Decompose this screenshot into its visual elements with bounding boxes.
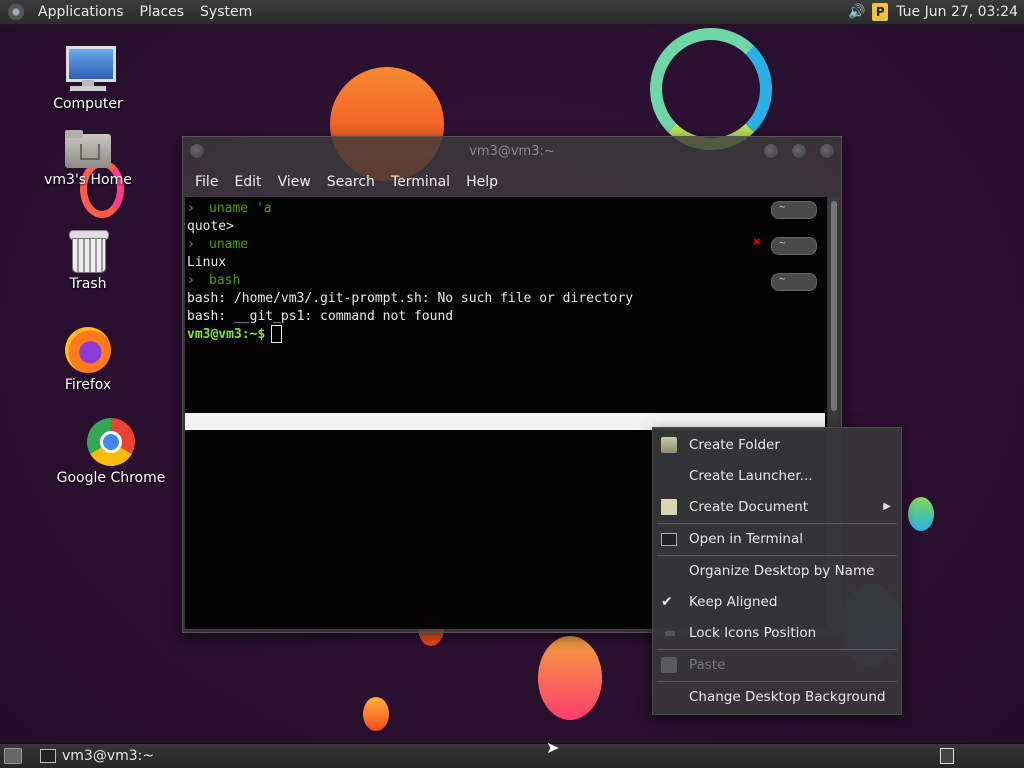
wallpaper-ring bbox=[650, 28, 772, 150]
menu-item-paste: Paste bbox=[653, 650, 901, 680]
terminal-line: bash: __git_ps1: command not found bbox=[187, 309, 454, 324]
terminal-line: Linux bbox=[187, 255, 227, 270]
menu-system[interactable]: System bbox=[192, 4, 260, 20]
prompt-chevron-icon: › bbox=[187, 273, 195, 288]
taskbar-button-label: vm3@vm3:~ bbox=[62, 748, 155, 764]
menu-applications[interactable]: Applications bbox=[30, 4, 132, 20]
firefox-icon bbox=[65, 327, 111, 373]
parking-indicator-icon[interactable]: P bbox=[872, 3, 889, 21]
prompt-pill-label: ~ bbox=[779, 236, 786, 249]
paste-icon bbox=[661, 657, 677, 673]
terminal-line: bash: /home/vm3/.git-prompt.sh: No such … bbox=[187, 291, 634, 306]
workspace-switcher[interactable] bbox=[940, 748, 954, 764]
desktop-icon-label: Google Chrome bbox=[56, 470, 166, 486]
desktop-icon-chrome[interactable]: Google Chrome bbox=[51, 418, 171, 486]
menu-item-keep-aligned[interactable]: ✔ Keep Aligned bbox=[653, 587, 901, 617]
close-icon[interactable] bbox=[819, 143, 835, 159]
terminal-title: vm3@vm3:~ bbox=[469, 144, 555, 159]
terminal-scrollbar-thumb[interactable] bbox=[831, 201, 837, 411]
minimize-icon[interactable] bbox=[763, 143, 779, 159]
terminal-menu-button-icon[interactable] bbox=[189, 143, 205, 159]
wallpaper-blob-green bbox=[908, 497, 934, 531]
prompt-pill bbox=[771, 273, 817, 291]
terminal-menu-help[interactable]: Help bbox=[458, 174, 506, 190]
terminal-menu-edit[interactable]: Edit bbox=[226, 174, 269, 190]
document-new-icon bbox=[661, 499, 677, 515]
desktop-context-menu: Create Folder Create Launcher... Create … bbox=[652, 427, 902, 715]
maximize-icon[interactable] bbox=[791, 143, 807, 159]
menu-item-lock-icons[interactable]: Lock Icons Position bbox=[653, 618, 901, 648]
menu-item-create-launcher[interactable]: Create Launcher... bbox=[653, 461, 901, 491]
error-mark-icon: ✖ bbox=[753, 235, 761, 250]
bottom-panel: vm3@vm3:~ ➤ bbox=[0, 738, 1024, 768]
computer-icon bbox=[64, 44, 116, 92]
desktop-icon-label: Computer bbox=[53, 96, 123, 112]
show-desktop-icon[interactable] bbox=[4, 748, 22, 764]
terminal-menu-terminal[interactable]: Terminal bbox=[383, 174, 458, 190]
prompt-pill-label: ~ bbox=[779, 272, 786, 285]
terminal-menubar: File Edit View Search Terminal Help bbox=[183, 167, 841, 197]
prompt-chevron-icon: › bbox=[187, 201, 195, 216]
top-panel: Applications Places System 🔊 P Tue Jun 2… bbox=[0, 0, 1024, 25]
prompt-chevron-icon: › bbox=[187, 237, 195, 252]
terminal-menu-file[interactable]: File bbox=[187, 174, 226, 190]
taskbar-button-terminal[interactable]: vm3@vm3:~ bbox=[34, 744, 284, 768]
desktop-icon-label: vm3's Home bbox=[44, 172, 132, 188]
lock-icon bbox=[665, 631, 675, 636]
terminal-cursor bbox=[271, 325, 282, 343]
desktop-icon-trash[interactable]: Trash bbox=[28, 230, 148, 292]
prompt-pill bbox=[771, 201, 817, 219]
wallpaper-blob-bottom bbox=[538, 636, 602, 720]
desktop-icon-label: Firefox bbox=[64, 377, 112, 393]
prompt-pill bbox=[771, 237, 817, 255]
desktop-icon-home[interactable]: vm3's Home bbox=[28, 130, 148, 188]
distro-logo-icon[interactable] bbox=[8, 4, 24, 20]
terminal-icon bbox=[661, 533, 677, 546]
menu-item-create-document[interactable]: Create Document ▶ bbox=[653, 492, 901, 522]
clock[interactable]: Tue Jun 27, 03:24 bbox=[896, 4, 1018, 20]
terminal-prompt: vm3@vm3:~$ bbox=[187, 327, 266, 342]
terminal-icon bbox=[40, 749, 56, 763]
mouse-pointer-icon: ➤ bbox=[546, 738, 560, 757]
desktop-icon-firefox[interactable]: Firefox bbox=[28, 327, 148, 393]
terminal-titlebar[interactable]: vm3@vm3:~ bbox=[183, 137, 841, 167]
volume-icon[interactable]: 🔊 bbox=[848, 4, 865, 20]
desktop-icon-computer[interactable]: Computer bbox=[28, 44, 148, 112]
checkmark-icon: ✔ bbox=[661, 594, 673, 610]
submenu-arrow-icon: ▶ bbox=[883, 501, 891, 512]
wallpaper-blob-small bbox=[363, 697, 389, 731]
trash-icon bbox=[69, 230, 109, 273]
terminal-menu-view[interactable]: View bbox=[270, 174, 319, 190]
terminal-line: uname 'a bbox=[209, 201, 272, 216]
prompt-pill-label: ~ bbox=[779, 200, 786, 213]
desktop-icon-label: Trash bbox=[69, 276, 107, 292]
menu-item-organize-desktop[interactable]: Organize Desktop by Name bbox=[653, 556, 901, 586]
folder-new-icon bbox=[661, 437, 677, 453]
terminal-line: bash bbox=[209, 273, 241, 288]
terminal-menu-search[interactable]: Search bbox=[319, 174, 383, 190]
menu-item-create-folder[interactable]: Create Folder bbox=[653, 430, 901, 460]
menu-item-change-background[interactable]: Change Desktop Background bbox=[653, 682, 901, 712]
menu-places[interactable]: Places bbox=[132, 4, 193, 20]
menu-item-open-in-terminal[interactable]: Open in Terminal bbox=[653, 524, 901, 554]
home-folder-icon bbox=[65, 130, 111, 168]
chrome-icon bbox=[87, 418, 135, 466]
terminal-line: uname bbox=[209, 237, 249, 252]
terminal-line: quote> bbox=[187, 219, 234, 234]
